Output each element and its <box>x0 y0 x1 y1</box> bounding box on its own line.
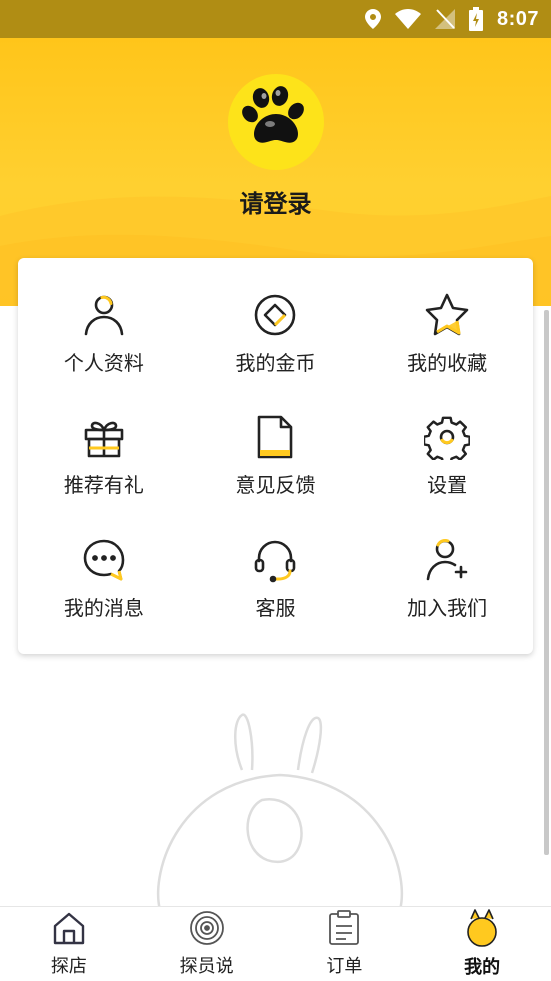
mascot-watermark <box>156 713 404 910</box>
location-icon <box>364 9 381 29</box>
menu-item-coins[interactable]: 我的金币 <box>190 272 362 395</box>
record-icon <box>189 910 225 950</box>
tab-explore-store[interactable]: 探店 <box>0 907 138 981</box>
tab-label: 我的 <box>464 957 501 978</box>
scrollbar[interactable] <box>544 310 549 855</box>
menu-item-join-us[interactable]: 加入我们 <box>361 517 533 640</box>
tab-label: 探店 <box>50 956 87 977</box>
gift-icon <box>80 413 128 461</box>
chat-icon <box>80 536 128 584</box>
menu-item-feedback[interactable]: 意见反馈 <box>190 395 362 518</box>
tab-label: 探员说 <box>179 956 234 977</box>
coin-icon <box>251 291 299 339</box>
menu-item-customer-service[interactable]: 客服 <box>190 517 362 640</box>
status-time: 8:07 <box>496 7 539 30</box>
menu-item-referral[interactable]: 推荐有礼 <box>18 395 190 518</box>
user-icon <box>80 291 128 339</box>
menu-item-profile[interactable]: 个人资料 <box>18 272 190 395</box>
star-icon <box>423 291 471 339</box>
add-user-icon <box>423 536 471 584</box>
wifi-icon <box>394 9 421 29</box>
document-icon <box>251 413 299 461</box>
no-signal-icon <box>434 9 455 29</box>
menu-item-label: 推荐有礼 <box>63 473 144 498</box>
paw-icon <box>240 84 312 160</box>
menu-item-label: 我的收藏 <box>407 350 488 375</box>
avatar[interactable] <box>228 74 324 170</box>
login-link[interactable]: 请登录 <box>0 184 551 219</box>
gear-icon <box>423 413 471 461</box>
tab-orders[interactable]: 订单 <box>276 907 414 981</box>
headset-icon <box>251 536 299 584</box>
bottom-tab-bar: 探店 探员说 订单 我的 <box>0 906 551 981</box>
menu-item-favorites[interactable]: 我的收藏 <box>361 272 533 395</box>
menu-item-messages[interactable]: 我的消息 <box>18 517 190 640</box>
mascot-icon <box>465 909 499 951</box>
tab-label: 订单 <box>326 956 363 977</box>
menu-item-label: 意见反馈 <box>235 473 316 498</box>
tab-mine[interactable]: 我的 <box>413 907 551 981</box>
menu-item-label: 我的消息 <box>63 596 144 621</box>
menu-item-label: 客服 <box>255 596 296 621</box>
tab-explorer-says[interactable]: 探员说 <box>138 907 276 981</box>
menu-item-label: 个人资料 <box>63 350 144 375</box>
battery-icon <box>468 7 483 31</box>
menu-item-label: 我的金币 <box>235 350 316 375</box>
home-icon <box>51 910 87 950</box>
status-bar: 8:07 <box>0 0 551 38</box>
menu-item-label: 加入我们 <box>407 596 488 621</box>
menu-grid: 个人资料 我的金币 我的收藏 推荐有礼 意见反馈 设置 我的消息 客服 加入我们 <box>18 258 533 654</box>
clipboard-icon <box>327 910 361 950</box>
menu-item-label: 设置 <box>427 473 468 498</box>
menu-item-settings[interactable]: 设置 <box>361 395 533 518</box>
